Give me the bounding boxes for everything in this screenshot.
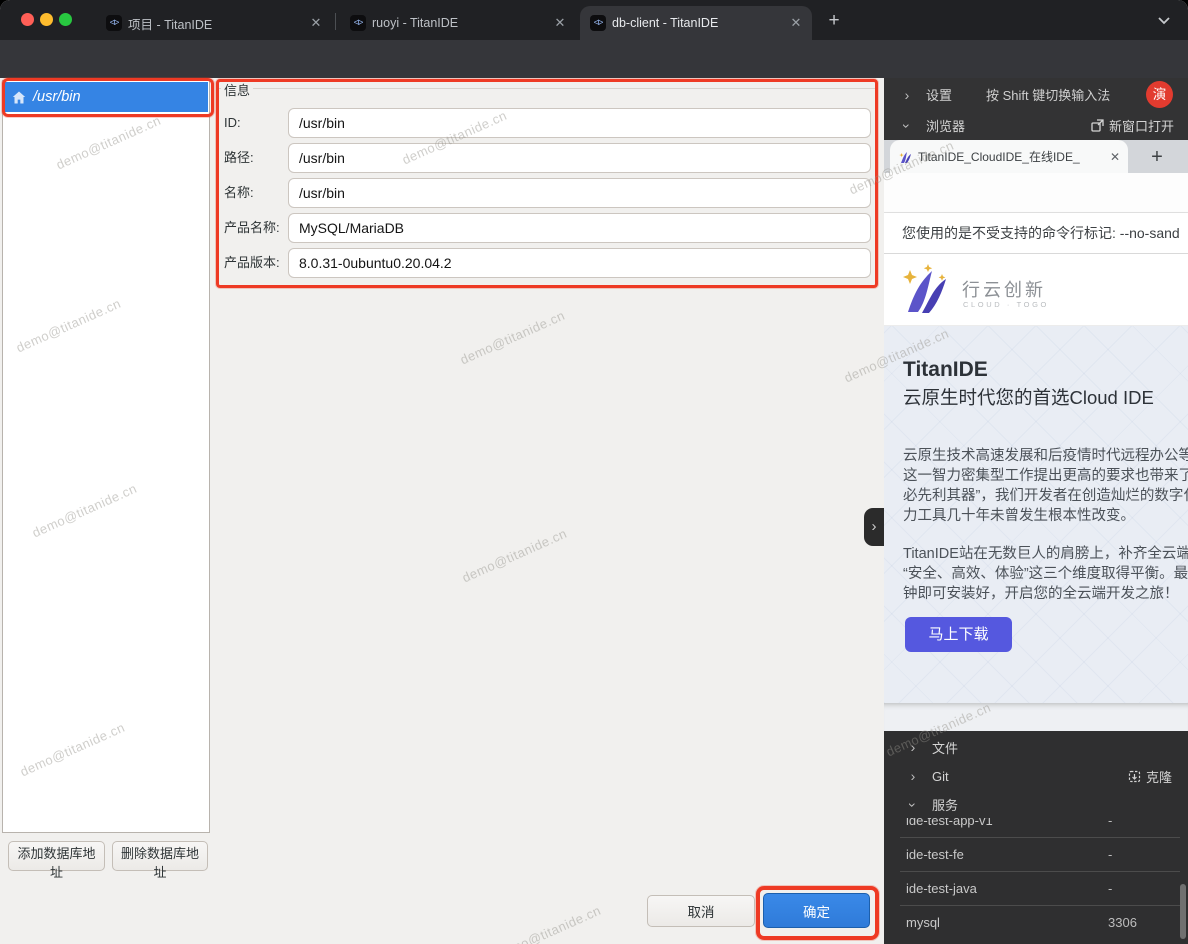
hero-paragraph-line: 这一智力密集型工作提出更高的要求也带来了新 <box>903 464 1188 485</box>
cloudtogo-site-header: 行云创新 CLOUD · TOGO <box>884 254 1188 326</box>
tab-ruoyi[interactable]: <t> ruoyi - TitanIDE ✕ <box>340 6 576 40</box>
titanide-favicon-icon: <t> <box>350 15 366 31</box>
git-clone-button[interactable]: 克隆 <box>1128 767 1172 786</box>
tab-strip: <t> 项目 - TitanIDE ✕ <t> ruoyi - TitanIDE… <box>0 0 1188 40</box>
browser-toolbar: ← → ⟳ ⌂ try.titanide.cn/ide/web/coding/d… <box>0 40 1188 78</box>
hero-paragraph-line: TitanIDE站在无数巨人的肩膀上，补齐全云端开 <box>903 542 1188 563</box>
download-now-button[interactable]: 马上下载 <box>905 617 1012 652</box>
hero-paragraph-line: 云原生技术高速发展和后疫情时代远程办公等场 <box>903 444 1188 465</box>
hero-title: TitanIDE <box>903 358 988 382</box>
services-label: 服务 <box>932 795 958 814</box>
cloudtogo-logo <box>898 262 956 318</box>
cloudtogo-favicon-icon <box>898 150 913 164</box>
settings-label: 设置 <box>926 85 952 104</box>
tab-close-icon[interactable]: ✕ <box>552 15 568 31</box>
service-row[interactable]: ide-test-fe - <box>884 838 1188 871</box>
titanide-favicon-icon: <t> <box>106 15 122 31</box>
service-row[interactable]: mysql 3306 <box>884 906 1188 939</box>
delete-database-address-button[interactable]: 删除数据库地址 <box>112 841 208 871</box>
open-new-window-label: 新窗口打开 <box>1109 116 1174 135</box>
tab-close-icon[interactable]: ✕ <box>788 15 804 31</box>
mini-address-bar: ← → ⟳ cloudtogo.cn/product-T <box>884 173 1188 213</box>
open-new-window-button[interactable]: 新窗口打开 <box>1091 116 1174 135</box>
unsupported-flag-warning: 您使用的是不受支持的命令行标记: --no-sand <box>884 213 1188 254</box>
titanide-favicon-icon: <t> <box>590 15 606 31</box>
annotation-box-selected-item <box>2 78 214 117</box>
git-clone-label: 克隆 <box>1146 767 1172 786</box>
tab-divider <box>335 13 336 30</box>
services-section-row[interactable]: › 服务 <box>884 791 1188 818</box>
cancel-button[interactable]: 取消 <box>647 895 755 927</box>
hero-paragraph-line: “安全、高效、体验”这三个维度取得平衡。最 <box>903 562 1188 583</box>
git-label: Git <box>932 769 949 784</box>
chevron-down-icon: › <box>899 119 915 133</box>
settings-section-row[interactable]: › 设置 按 Shift 键切换输入法 <box>884 78 1188 111</box>
hero-section: TitanIDE 云原生时代您的首选Cloud IDE 云原生技术高速发展和后疫… <box>884 326 1188 703</box>
mini-browser-tab[interactable]: TitanIDE_CloudIDE_在线IDE_ ✕ <box>890 140 1128 173</box>
tab-db-client-active[interactable]: <t> db-client - TitanIDE ✕ <box>580 6 812 40</box>
service-name: ide-test-java <box>906 872 977 905</box>
brand-tagline: CLOUD · TOGO <box>963 300 1049 309</box>
annotation-box-confirm <box>756 886 879 940</box>
chevron-down-icon: › <box>905 798 921 812</box>
hero-paragraph-line: 力工具几十年未曾发生根本性改变。 <box>903 504 1135 525</box>
service-name: ide-test-fe <box>906 838 964 871</box>
page-bottom-band <box>884 703 1188 731</box>
tab-title: 项目 - TitanIDE <box>128 14 302 33</box>
hero-paragraph-line: 必先利其器”，我们开发者在创造灿烂的数字化 <box>903 484 1188 505</box>
mini-tab-close-icon[interactable]: ✕ <box>1110 150 1120 164</box>
browser-window: <t> 项目 - TitanIDE ✕ <t> ruoyi - TitanIDE… <box>0 0 1188 944</box>
mini-tab-title: TitanIDE_CloudIDE_在线IDE_ <box>918 148 1105 165</box>
annotation-box-info-form <box>216 79 878 288</box>
git-section-row[interactable]: › Git 克隆 <box>884 761 1188 791</box>
database-address-list[interactable]: /usr/bin <box>2 80 210 833</box>
traffic-close-button[interactable] <box>21 13 34 26</box>
hero-paragraph-line: 钟即可安装好，开启您的全云端开发之旅！ <box>903 582 1179 603</box>
traffic-minimize-button[interactable] <box>40 13 53 26</box>
new-tab-button[interactable]: + <box>822 9 846 33</box>
chevron-right-icon: › <box>906 768 920 784</box>
input-method-hint: 按 Shift 键切换输入法 <box>986 85 1110 104</box>
service-port: - <box>1108 838 1112 871</box>
add-database-address-button[interactable]: 添加数据库地址 <box>8 841 105 871</box>
open-new-window-icon <box>1091 119 1104 132</box>
browser-label: 浏览器 <box>926 116 965 135</box>
tab-title: ruoyi - TitanIDE <box>372 16 546 30</box>
git-clone-icon <box>1128 770 1141 783</box>
service-name: mysql <box>906 906 940 939</box>
demo-badge[interactable]: 演 <box>1146 81 1173 108</box>
tab-project[interactable]: <t> 项目 - TitanIDE ✕ <box>96 6 332 40</box>
db-client-app: /usr/bin 信息 ID: 路径: 名称: 产品名称: 产品版本: 添加数据… <box>0 78 884 944</box>
ide-side-panel: › 设置 按 Shift 键切换输入法 演 › 浏览器 新窗口打开 <box>884 78 1188 944</box>
mini-new-tab-button[interactable]: + <box>1144 144 1170 170</box>
hero-subtitle: 云原生时代您的首选Cloud IDE <box>903 384 1154 410</box>
files-section-row[interactable]: › 文件 <box>884 733 1188 761</box>
browser-section-row[interactable]: › 浏览器 新窗口打开 <box>884 111 1188 140</box>
tab-search-chevron-icon[interactable] <box>1156 12 1172 28</box>
panel-collapse-handle[interactable]: › <box>864 508 884 546</box>
chevron-right-icon: › <box>900 87 914 103</box>
chevron-right-icon: › <box>906 739 920 755</box>
service-row[interactable]: ide-test-java - <box>884 872 1188 905</box>
brand-name: 行云创新 <box>962 276 1046 302</box>
files-label: 文件 <box>932 738 958 757</box>
scrollbar-thumb[interactable] <box>1180 884 1186 939</box>
tab-close-icon[interactable]: ✕ <box>308 15 324 31</box>
traffic-zoom-button[interactable] <box>59 13 72 26</box>
service-port: - <box>1108 872 1112 905</box>
tab-title: db-client - TitanIDE <box>612 16 782 30</box>
service-port: 3306 <box>1108 906 1137 939</box>
